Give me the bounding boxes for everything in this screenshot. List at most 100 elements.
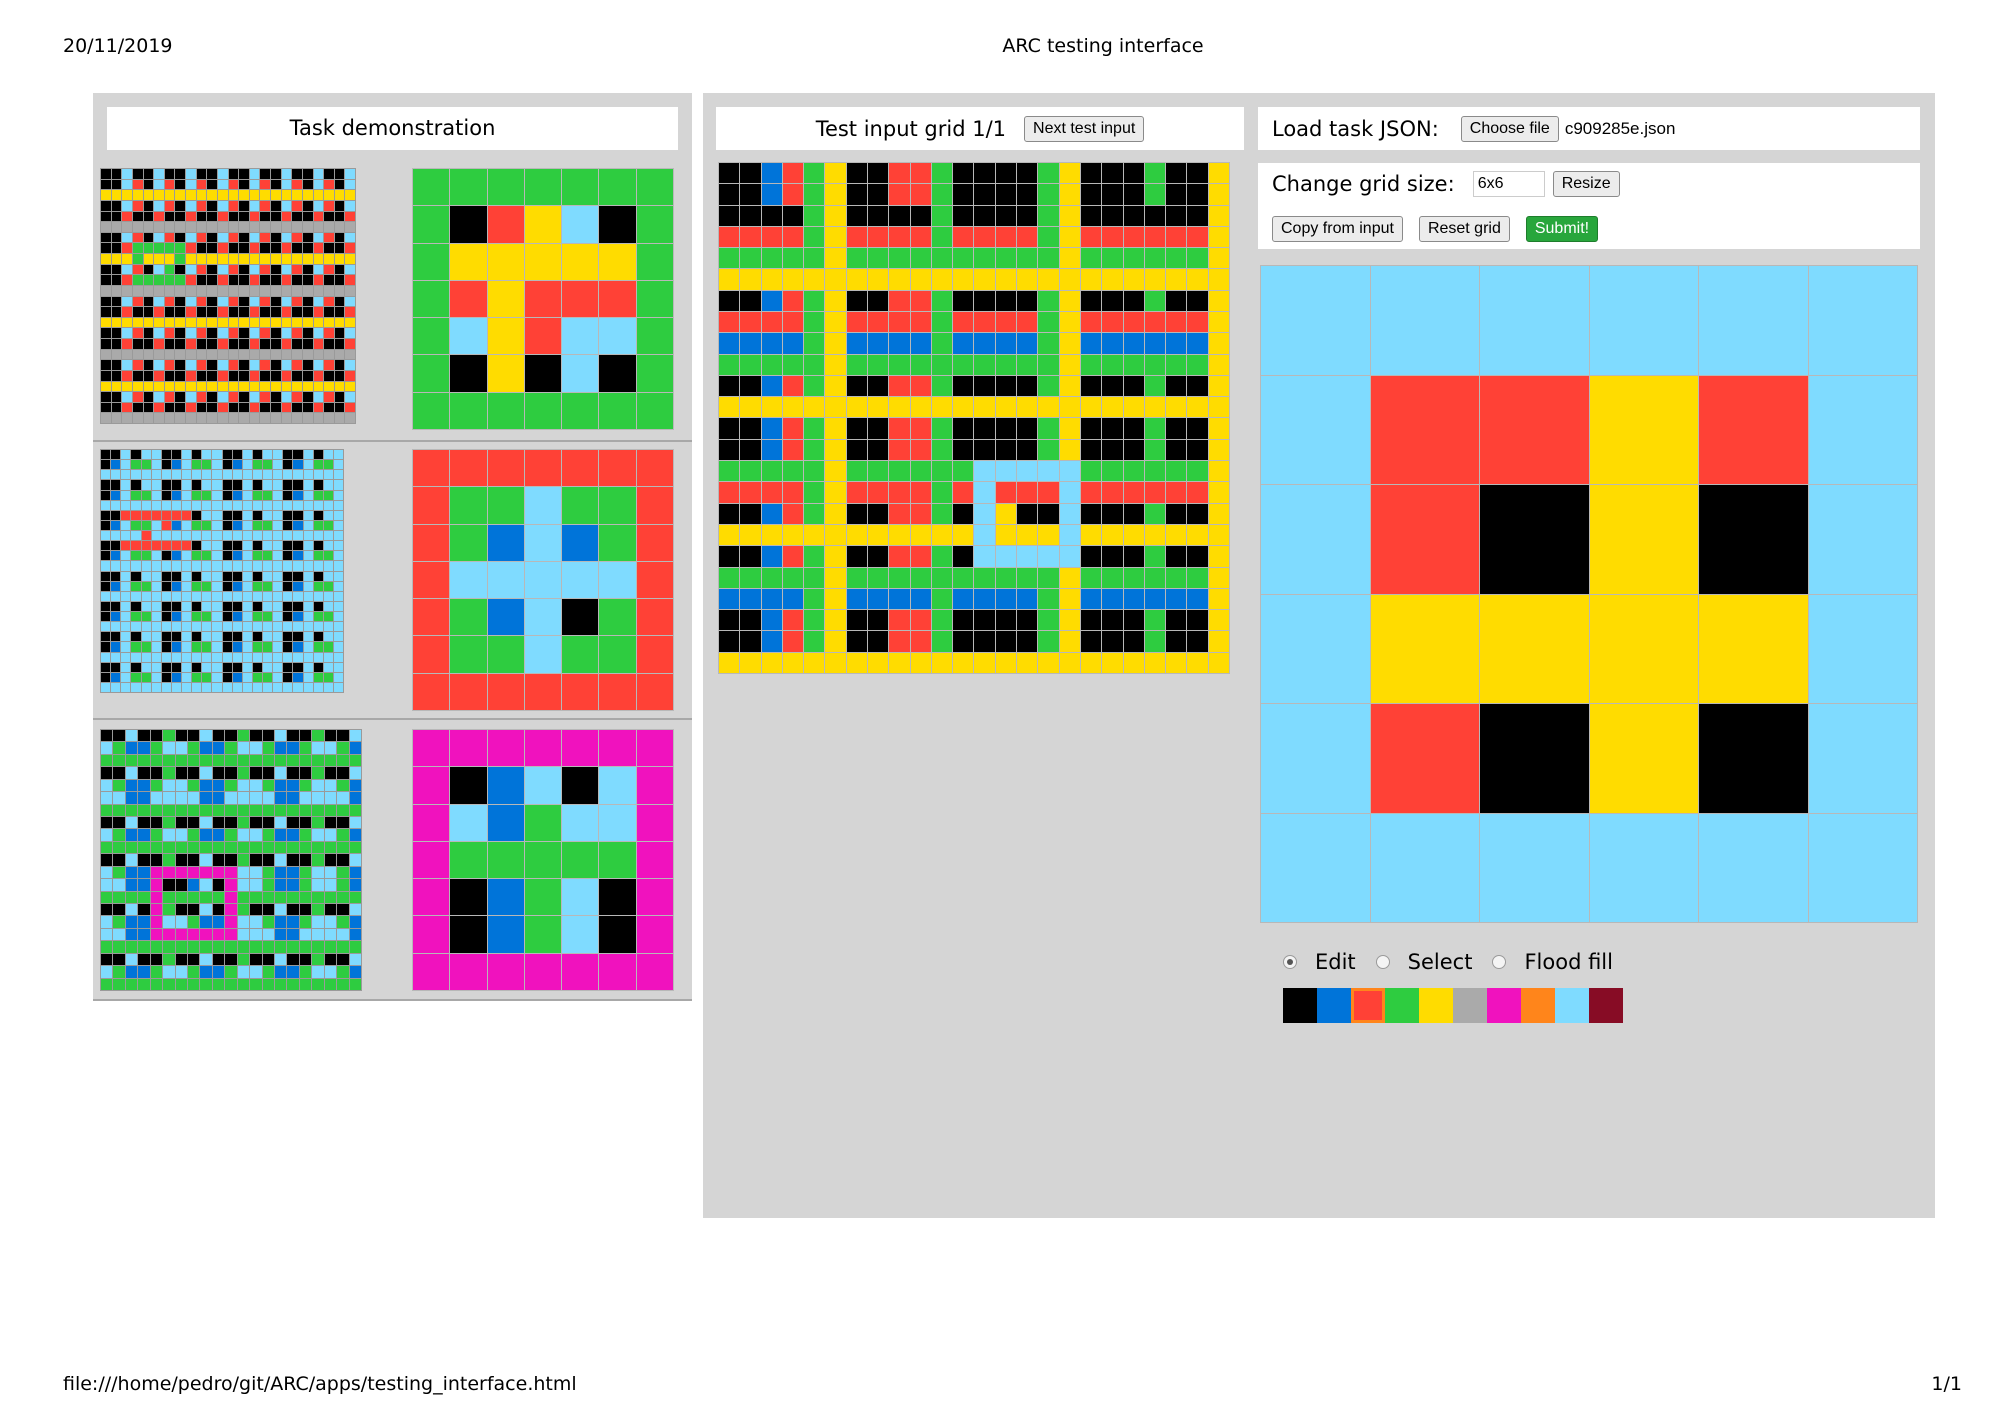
grid-cell: [138, 866, 150, 879]
choose-file-button[interactable]: Choose file: [1460, 115, 1559, 142]
submit-button[interactable]: Submit!: [1525, 216, 1599, 242]
select-radio-label[interactable]: Select: [1408, 950, 1473, 974]
grid-cell: [450, 355, 487, 392]
grid-cell: [281, 169, 292, 179]
grid-cell: [273, 551, 283, 561]
grid-cell[interactable]: [1699, 704, 1808, 813]
grid-cell[interactable]: [1480, 375, 1589, 484]
color-swatch-9[interactable]: [1589, 988, 1623, 1023]
grid-size-input[interactable]: [1472, 171, 1545, 197]
grid-cell: [413, 879, 450, 916]
grid-cell: [121, 642, 131, 652]
print-footer-page: 1/1: [1931, 1373, 1962, 1395]
grid-cell: [273, 470, 283, 480]
grid-cell: [171, 541, 181, 551]
grid-cell: [161, 541, 171, 551]
grid-cell[interactable]: [1808, 266, 1917, 375]
grid-cell[interactable]: [1589, 704, 1698, 813]
grid-cell: [299, 879, 312, 891]
grid-cell[interactable]: [1589, 594, 1698, 703]
grid-cell: [212, 891, 225, 903]
grid-cell: [217, 285, 228, 296]
grid-cell[interactable]: [1480, 594, 1589, 703]
grid-cell[interactable]: [1370, 375, 1479, 484]
grid-cell[interactable]: [1480, 485, 1589, 594]
grid-cell[interactable]: [1370, 813, 1479, 922]
color-swatch-2[interactable]: [1351, 988, 1385, 1023]
grid-cell: [217, 232, 228, 243]
grid-cell: [349, 904, 361, 916]
grid-cell: [263, 612, 273, 622]
color-swatch-5[interactable]: [1453, 988, 1487, 1023]
flood-fill-radio[interactable]: [1492, 955, 1507, 969]
edit-radio-label[interactable]: Edit: [1315, 950, 1356, 974]
copy-from-input-button[interactable]: Copy from input: [1272, 216, 1403, 242]
grid-cell: [125, 879, 138, 891]
grid-cell: [217, 381, 228, 392]
grid-cell: [122, 200, 132, 211]
flood-fill-radio-label[interactable]: Flood fill: [1524, 950, 1613, 974]
color-swatch-6[interactable]: [1487, 988, 1521, 1023]
grid-cell[interactable]: [1808, 704, 1917, 813]
grid-cell[interactable]: [1261, 594, 1370, 703]
grid-cell: [868, 567, 889, 588]
grid-cell: [1102, 269, 1123, 290]
grid-cell: [252, 642, 262, 652]
grid-cell[interactable]: [1370, 594, 1479, 703]
color-swatch-3[interactable]: [1385, 988, 1419, 1023]
grid-cell[interactable]: [1699, 375, 1808, 484]
grid-cell[interactable]: [1589, 813, 1698, 922]
grid-cell[interactable]: [1370, 485, 1479, 594]
color-swatch-8[interactable]: [1555, 988, 1589, 1023]
grid-cell[interactable]: [1261, 266, 1370, 375]
reset-grid-button[interactable]: Reset grid: [1418, 216, 1510, 242]
grid-cell[interactable]: [1370, 704, 1479, 813]
grid-cell[interactable]: [1261, 485, 1370, 594]
output-grid[interactable]: [1260, 265, 1918, 923]
grid-cell: [138, 767, 150, 779]
grid-cell[interactable]: [1480, 704, 1589, 813]
grid-cell[interactable]: [1699, 594, 1808, 703]
grid-cell: [931, 375, 953, 397]
grid-cell: [324, 370, 334, 381]
grid-cell: [111, 672, 121, 682]
grid-cell[interactable]: [1261, 375, 1370, 484]
grid-cell: [333, 531, 343, 541]
grid-cell[interactable]: [1370, 266, 1479, 375]
grid-cell: [182, 612, 192, 622]
grid-cell[interactable]: [1480, 266, 1589, 375]
grid-cell: [889, 546, 910, 567]
grid-cell: [113, 829, 125, 841]
grid-cell[interactable]: [1808, 594, 1917, 703]
grid-cell[interactable]: [1699, 813, 1808, 922]
grid-cell: [324, 317, 334, 328]
grid-cell: [995, 567, 1017, 588]
select-radio[interactable]: [1375, 955, 1390, 969]
grid-cell: [151, 551, 161, 561]
grid-cell: [121, 672, 131, 682]
color-swatch-1[interactable]: [1317, 988, 1351, 1023]
resize-button[interactable]: Resize: [1552, 171, 1620, 197]
grid-cell: [995, 588, 1017, 610]
grid-cell: [1080, 524, 1102, 546]
grid-cell: [974, 312, 995, 333]
grid-cell: [271, 190, 281, 200]
next-test-input-button[interactable]: Next test input: [1024, 115, 1145, 142]
grid-cell[interactable]: [1589, 266, 1698, 375]
color-swatch-4[interactable]: [1419, 988, 1453, 1023]
grid-cell[interactable]: [1480, 813, 1589, 922]
color-swatch-0[interactable]: [1283, 988, 1317, 1023]
edit-radio[interactable]: [1283, 955, 1297, 969]
grid-cell[interactable]: [1589, 485, 1698, 594]
grid-cell[interactable]: [1261, 704, 1370, 813]
grid-cell[interactable]: [1699, 266, 1808, 375]
color-swatch-7[interactable]: [1521, 988, 1555, 1023]
grid-cell: [111, 551, 121, 561]
grid-cell: [302, 254, 313, 264]
grid-cell[interactable]: [1808, 485, 1917, 594]
grid-cell[interactable]: [1589, 375, 1698, 484]
grid-cell[interactable]: [1699, 485, 1808, 594]
grid-cell[interactable]: [1808, 375, 1917, 484]
grid-cell[interactable]: [1261, 813, 1370, 922]
grid-cell[interactable]: [1808, 813, 1917, 922]
